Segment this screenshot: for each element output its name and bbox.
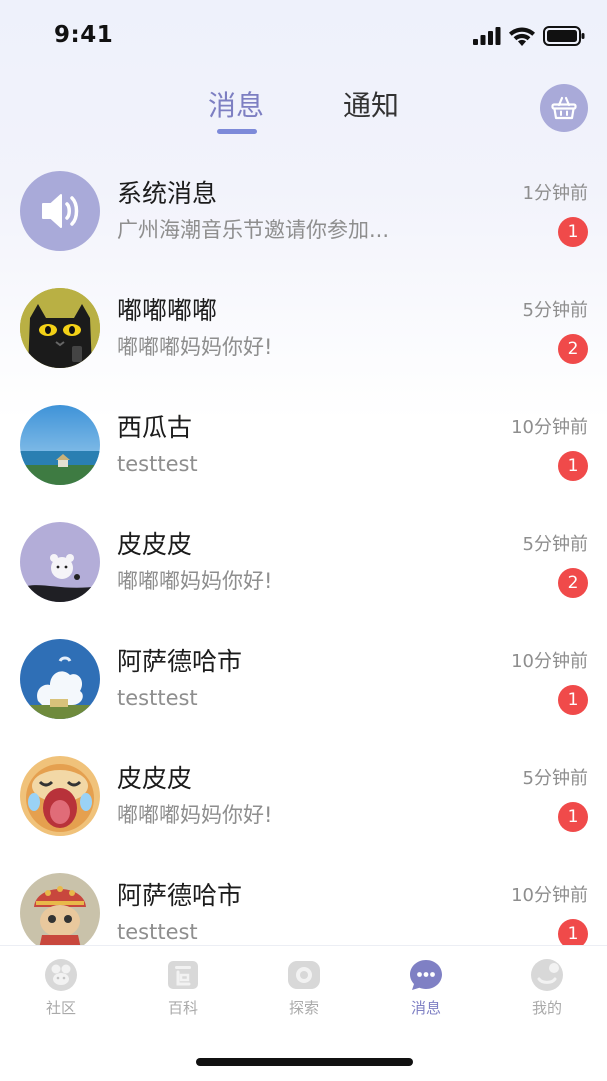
conversation-row[interactable]: 皮皮皮 嘟嘟嘟妈妈你好! 5分钟前 2 bbox=[0, 505, 607, 622]
basket-icon bbox=[551, 96, 577, 120]
tabbar-item-community[interactable]: 社区 bbox=[21, 958, 101, 1030]
cellular-signal-icon bbox=[473, 27, 501, 45]
conversation-time: 5分钟前 bbox=[522, 534, 588, 555]
conversation-name: 皮皮皮 bbox=[117, 530, 193, 559]
conversation-row-system[interactable]: 系统消息 广州海潮音乐节邀请你参加... 1分钟前 1 bbox=[0, 154, 607, 271]
unread-badge: 1 bbox=[558, 451, 588, 481]
conversation-time: 10分钟前 bbox=[511, 417, 588, 438]
tab-messages[interactable]: 消息 bbox=[208, 88, 264, 124]
system-avatar bbox=[20, 171, 100, 251]
conversation-time: 5分钟前 bbox=[522, 300, 588, 321]
conversation-row[interactable]: 阿萨德哈市 testtest 10分钟前 1 bbox=[0, 856, 607, 945]
sky-cloud-avatar bbox=[20, 639, 100, 719]
tabbar-label: 百科 bbox=[167, 999, 198, 1017]
unread-badge: 1 bbox=[558, 217, 588, 247]
unread-badge: 1 bbox=[558, 802, 588, 832]
profile-icon bbox=[531, 959, 563, 991]
explore-icon bbox=[288, 961, 320, 989]
header: 消息 通知 bbox=[0, 78, 607, 148]
battery-icon bbox=[543, 26, 585, 46]
conversation-name: 阿萨德哈市 bbox=[117, 881, 243, 910]
conversation-row[interactable]: 嘟嘟嘟嘟 嘟嘟嘟妈妈你好! 5分钟前 2 bbox=[0, 271, 607, 388]
conversation-time: 5分钟前 bbox=[522, 768, 588, 789]
status-icons bbox=[473, 24, 585, 48]
conversation-preview: testtest bbox=[117, 920, 198, 944]
conversation-list: 系统消息 广州海潮音乐节邀请你参加... 1分钟前 1 嘟嘟嘟嘟 嘟嘟嘟妈妈你好… bbox=[0, 154, 607, 945]
conversation-name: 皮皮皮 bbox=[117, 764, 193, 793]
bear-image bbox=[20, 522, 100, 602]
conversation-row[interactable]: 阿萨德哈市 testtest 10分钟前 1 bbox=[0, 622, 607, 739]
conversation-name: 阿萨德哈市 bbox=[117, 647, 243, 676]
unread-badge: 2 bbox=[558, 568, 588, 598]
cat-costume-avatar bbox=[20, 873, 100, 945]
message-icon bbox=[410, 960, 442, 990]
status-time: 9:41 bbox=[54, 22, 114, 48]
conversation-row[interactable]: 西瓜古 testtest 10分钟前 1 bbox=[0, 388, 607, 505]
unread-badge: 1 bbox=[558, 685, 588, 715]
cat-costume-image bbox=[20, 873, 100, 945]
conversation-preview: testtest bbox=[117, 686, 198, 710]
crying-dog-image bbox=[20, 756, 100, 836]
unread-badge: 2 bbox=[558, 334, 588, 364]
status-bar: 9:41 bbox=[0, 0, 607, 70]
tabbar-label: 我的 bbox=[531, 999, 562, 1017]
conversation-preview: 嘟嘟嘟妈妈你好! bbox=[117, 803, 273, 827]
encyclopedia-icon bbox=[168, 961, 198, 989]
conversation-preview: 嘟嘟嘟妈妈你好! bbox=[117, 335, 273, 359]
crying-dog-avatar bbox=[20, 756, 100, 836]
conversation-time: 10分钟前 bbox=[511, 651, 588, 672]
basket-button[interactable] bbox=[540, 84, 588, 132]
conversation-preview: 嘟嘟嘟妈妈你好! bbox=[117, 569, 273, 593]
sea-landscape-avatar bbox=[20, 405, 100, 485]
tabbar-label: 消息 bbox=[410, 999, 441, 1017]
wifi-icon bbox=[509, 27, 535, 46]
unread-badge: 1 bbox=[558, 919, 588, 945]
tabbar-label: 探索 bbox=[288, 999, 319, 1017]
tabbar-item-messages[interactable]: 消息 bbox=[386, 958, 466, 1030]
tabbar-item-profile[interactable]: 我的 bbox=[507, 958, 587, 1030]
conversation-preview: 广州海潮音乐节邀请你参加... bbox=[117, 218, 390, 242]
tabbar-item-explore[interactable]: 探索 bbox=[264, 958, 344, 1030]
tabbar-label: 社区 bbox=[45, 999, 76, 1017]
conversation-row[interactable]: 皮皮皮 嘟嘟嘟妈妈你好! 5分钟前 1 bbox=[0, 739, 607, 856]
conversation-name: 西瓜古 bbox=[117, 413, 193, 442]
black-cat-image bbox=[20, 288, 100, 368]
conversation-time: 10分钟前 bbox=[511, 885, 588, 906]
conversation-time: 1分钟前 bbox=[522, 183, 588, 204]
black-cat-avatar bbox=[20, 288, 100, 368]
bear-avatar bbox=[20, 522, 100, 602]
conversation-name: 系统消息 bbox=[117, 179, 218, 208]
sea-landscape-image bbox=[20, 405, 100, 485]
conversation-preview: testtest bbox=[117, 452, 198, 476]
sky-cloud-image bbox=[20, 639, 100, 719]
conversation-name: 嘟嘟嘟嘟 bbox=[117, 296, 218, 325]
tabbar-item-encyclopedia[interactable]: 百科 bbox=[143, 958, 223, 1030]
active-tab-indicator bbox=[217, 129, 257, 134]
home-indicator bbox=[196, 1058, 413, 1066]
tab-notifications[interactable]: 通知 bbox=[343, 88, 399, 124]
community-icon bbox=[45, 959, 77, 991]
speaker-icon bbox=[42, 194, 79, 228]
